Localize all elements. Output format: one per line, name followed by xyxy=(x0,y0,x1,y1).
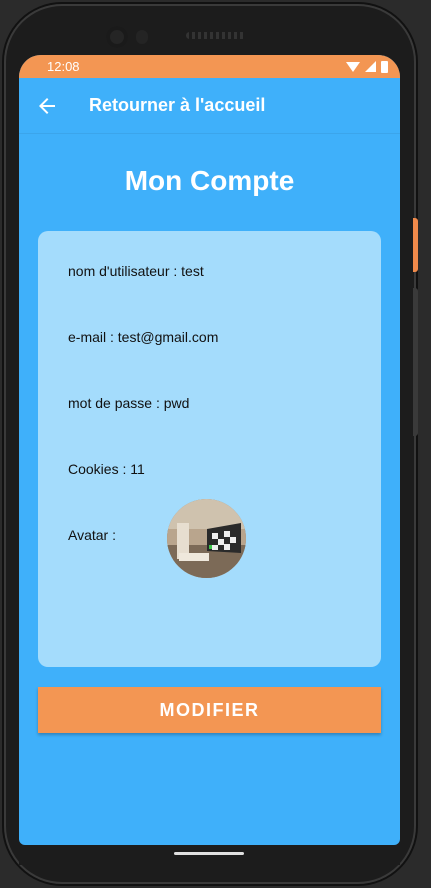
battery-icon xyxy=(381,60,388,73)
volume-button xyxy=(413,288,418,436)
avatar xyxy=(167,499,246,578)
arrow-left-icon[interactable] xyxy=(35,94,59,118)
navigation-bar xyxy=(19,845,400,865)
home-indicator[interactable] xyxy=(174,852,244,855)
modify-button[interactable]: MODIFIER xyxy=(38,687,381,733)
username-field: nom d'utilisateur : test xyxy=(68,263,204,279)
account-card: nom d'utilisateur : test e-mail : test@g… xyxy=(38,231,381,667)
screen: 12:08 Retourner à l'accueil Mon Compte n… xyxy=(19,55,400,845)
app-bar: Retourner à l'accueil xyxy=(19,78,400,134)
avatar-label: Avatar : xyxy=(68,527,116,543)
app-bar-title[interactable]: Retourner à l'accueil xyxy=(89,95,265,116)
power-button xyxy=(413,218,418,272)
wifi-icon xyxy=(346,61,360,72)
camera-sensor xyxy=(136,30,148,44)
earpiece-speaker xyxy=(186,32,246,39)
cookies-field: Cookies : 11 xyxy=(68,461,145,477)
password-field: mot de passe : pwd xyxy=(68,395,190,411)
status-icons xyxy=(346,60,388,73)
page-title: Mon Compte xyxy=(124,165,295,196)
status-bar: 12:08 xyxy=(19,55,400,78)
signal-icon xyxy=(365,61,376,72)
email-field: e-mail : test@gmail.com xyxy=(68,329,219,345)
status-time: 12:08 xyxy=(47,59,80,74)
front-camera xyxy=(106,26,128,48)
